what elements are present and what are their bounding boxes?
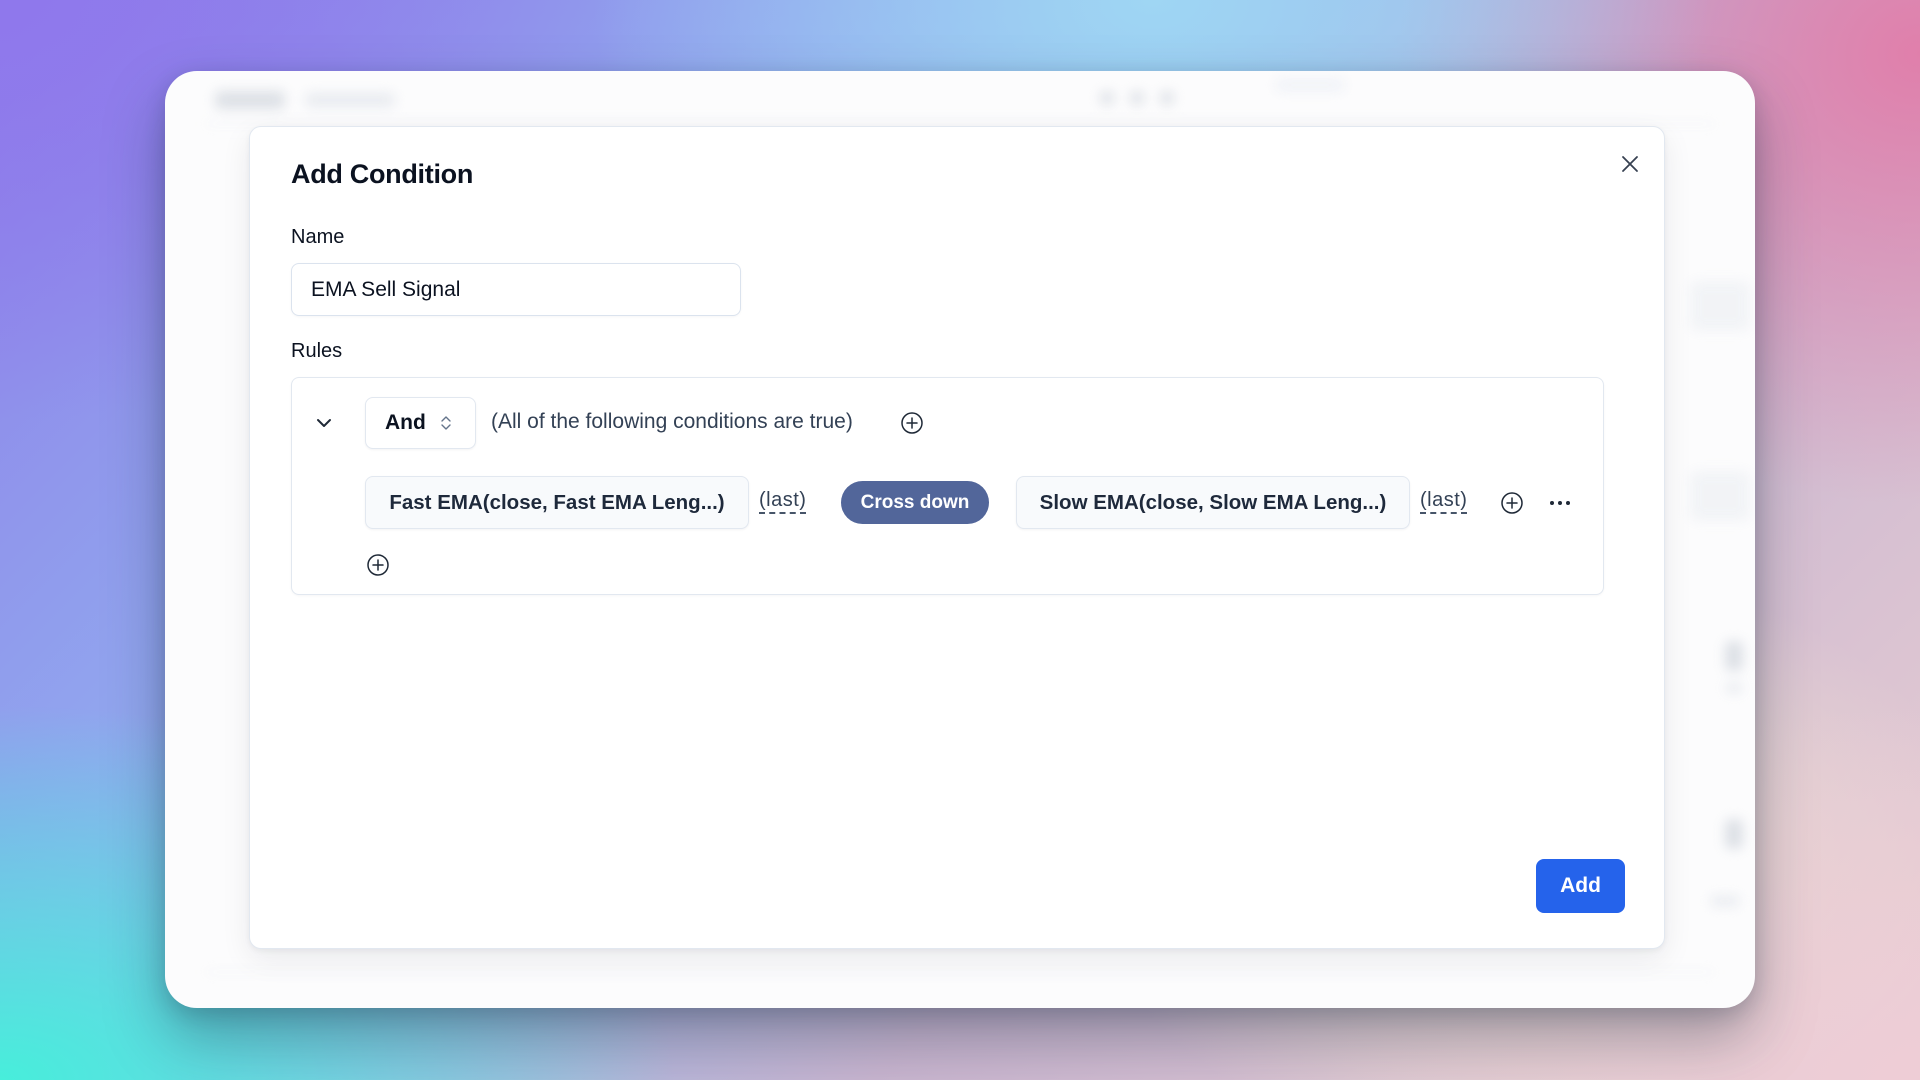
plus-circle-icon bbox=[901, 412, 923, 434]
plus-circle-icon bbox=[367, 554, 389, 576]
comparator-pill[interactable]: Cross down bbox=[841, 481, 989, 524]
collapse-group-button[interactable] bbox=[314, 410, 334, 436]
right-lookback-toggle[interactable]: (last) bbox=[1420, 488, 1468, 514]
add-button[interactable]: Add bbox=[1536, 859, 1625, 913]
logic-operator-value: And bbox=[385, 411, 426, 434]
close-icon bbox=[1622, 156, 1638, 172]
add-sub-condition-button[interactable] bbox=[1499, 490, 1525, 516]
left-lookback-toggle[interactable]: (last) bbox=[759, 488, 807, 514]
left-operand-field[interactable]: Fast EMA(close, Fast EMA Leng...) bbox=[365, 476, 749, 529]
plus-circle-icon bbox=[1501, 492, 1523, 514]
group-description: (All of the following conditions are tru… bbox=[491, 410, 853, 433]
rules-group: And (All of the following conditions are… bbox=[291, 377, 1604, 595]
add-rule-button[interactable] bbox=[365, 552, 391, 578]
rules-label: Rules bbox=[291, 340, 343, 362]
add-condition-dialog: Add Condition Name Rules And (All of the… bbox=[249, 126, 1665, 949]
name-input[interactable] bbox=[291, 263, 741, 316]
more-horizontal-icon bbox=[1550, 501, 1570, 505]
logic-operator-select[interactable]: And bbox=[365, 397, 476, 449]
right-operand-field[interactable]: Slow EMA(close, Slow EMA Leng...) bbox=[1016, 476, 1410, 529]
app-window: Add Condition Name Rules And (All of the… bbox=[165, 71, 1755, 1008]
more-options-button[interactable] bbox=[1547, 490, 1573, 516]
add-condition-button[interactable] bbox=[899, 410, 925, 436]
chevron-down-icon bbox=[317, 419, 331, 427]
dialog-title: Add Condition bbox=[291, 159, 474, 189]
close-button[interactable] bbox=[1618, 152, 1642, 176]
chevron-up-down-icon bbox=[441, 416, 451, 430]
name-label: Name bbox=[291, 226, 345, 248]
